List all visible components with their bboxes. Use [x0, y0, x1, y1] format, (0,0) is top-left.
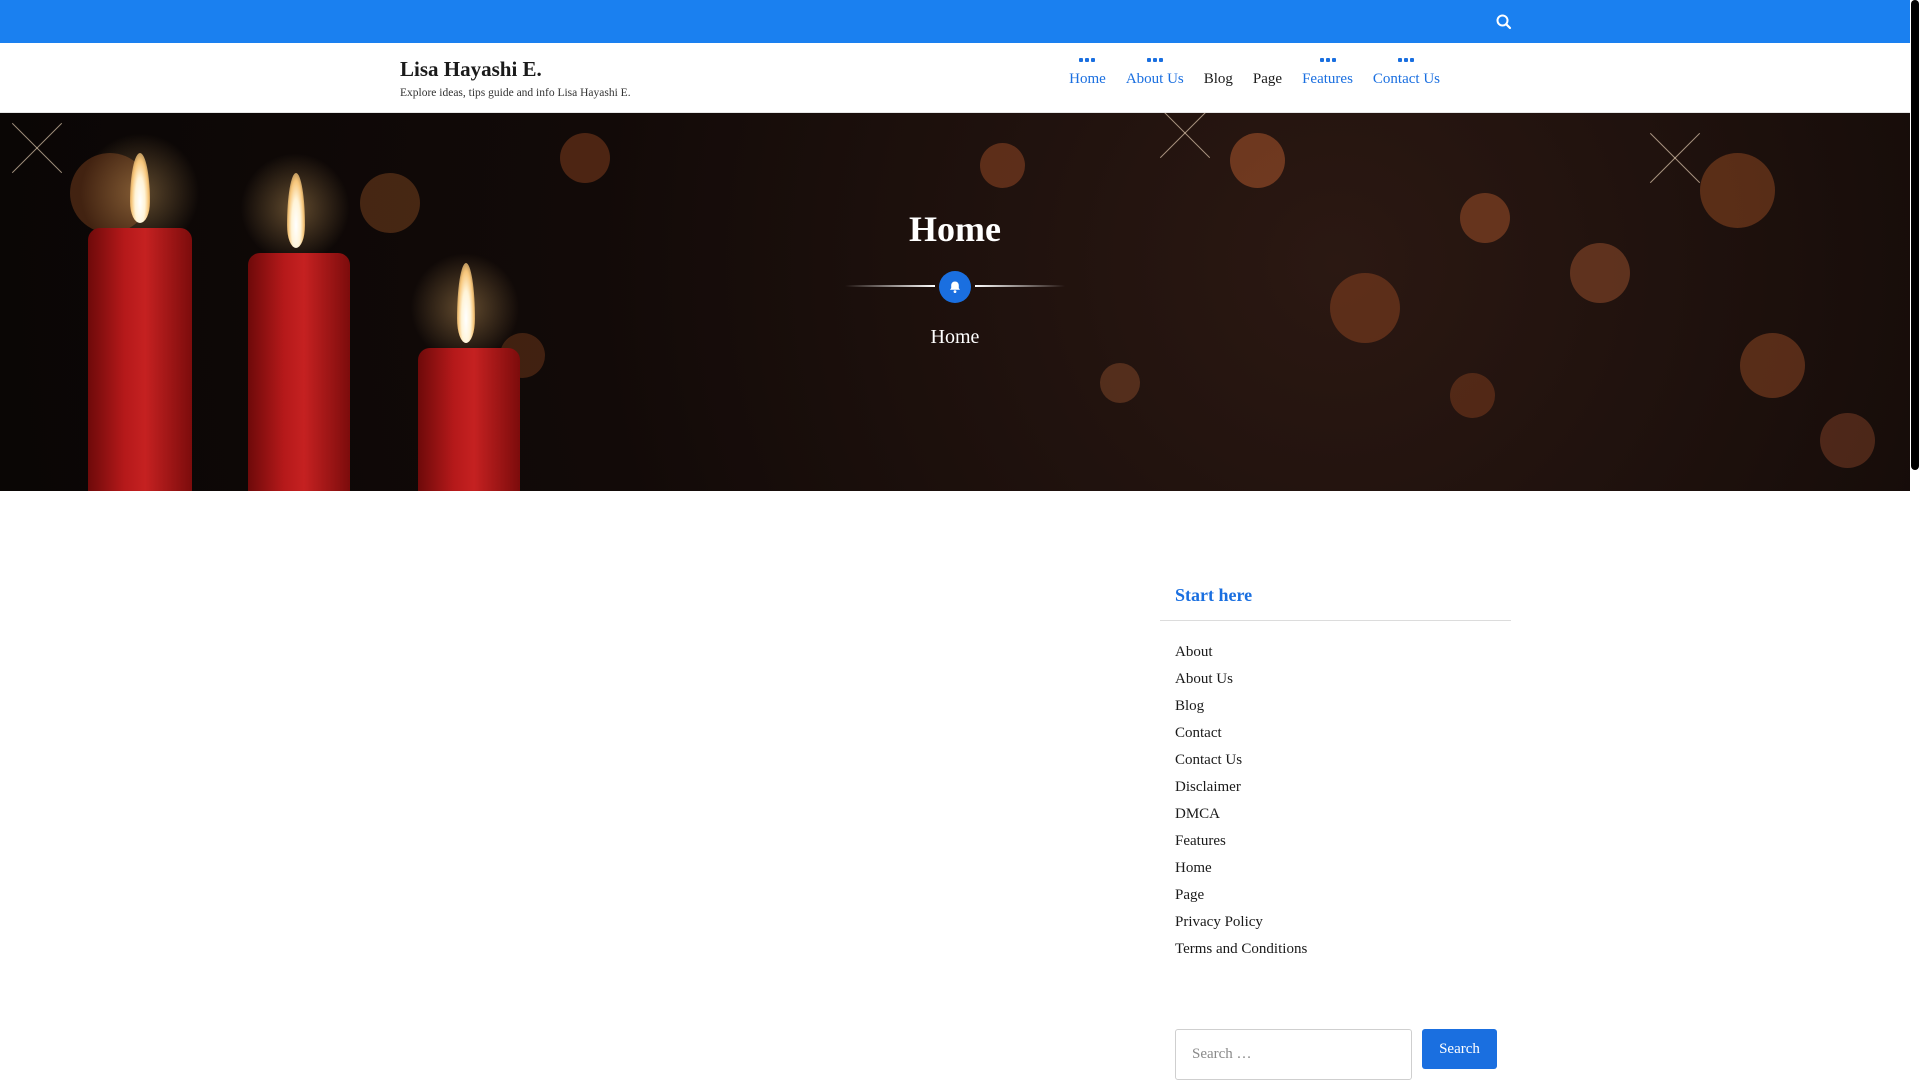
search-button[interactable]: Search — [1422, 1029, 1497, 1069]
nav-item-home[interactable]: Home — [1069, 53, 1106, 88]
submenu-dots-icon — [1079, 53, 1096, 67]
nav-label: Blog — [1203, 71, 1233, 87]
page-link-privacy-policy[interactable]: Privacy Policy — [1175, 909, 1496, 936]
submenu-dots-icon — [1146, 53, 1163, 67]
nav-item-page[interactable]: Page — [1253, 53, 1282, 88]
nav-label: Home — [1069, 71, 1106, 87]
page-link-contact[interactable]: Contact — [1175, 720, 1496, 747]
pages-list: About About Us Blog Contact Contact Us D… — [1160, 621, 1511, 963]
nav-item-features[interactable]: Features — [1302, 53, 1353, 88]
hero-banner: Home Home — [0, 113, 1910, 491]
widget-title: Start here — [1160, 575, 1511, 621]
top-bar — [0, 0, 1910, 43]
search-icon[interactable] — [1494, 12, 1514, 32]
nav-item-contact-us[interactable]: Contact Us — [1373, 53, 1440, 88]
nav-item-about-us[interactable]: About Us — [1126, 53, 1184, 88]
page-title: Home — [909, 209, 1001, 249]
page-link-features[interactable]: Features — [1175, 828, 1496, 855]
search-form: Search — [1175, 1029, 1497, 1080]
site-tagline: Explore ideas, tips guide and info Lisa … — [400, 87, 631, 99]
nav-label: About Us — [1125, 71, 1184, 87]
nav-label: Features — [1302, 71, 1353, 87]
main-nav: Home About Us Blog Page Features Contact… — [1069, 53, 1440, 88]
page-link-home[interactable]: Home — [1175, 855, 1496, 882]
page-link-terms[interactable]: Terms and Conditions — [1175, 936, 1496, 963]
nav-item-blog[interactable]: Blog — [1204, 53, 1233, 88]
site-title[interactable]: Lisa Hayashi E. — [400, 57, 631, 82]
submenu-dots-icon — [1319, 53, 1336, 67]
hero-divider — [845, 271, 1065, 303]
page-link-dmca[interactable]: DMCA — [1175, 801, 1496, 828]
page-link-blog[interactable]: Blog — [1175, 693, 1496, 720]
page-link-about[interactable]: About — [1175, 639, 1496, 666]
search-input[interactable] — [1175, 1029, 1412, 1080]
scrollbar-thumb[interactable] — [1911, 0, 1919, 470]
page-link-about-us[interactable]: About Us — [1175, 666, 1496, 693]
nav-label: Page — [1252, 71, 1283, 87]
nav-label: Contact Us — [1372, 71, 1440, 87]
page-link-disclaimer[interactable]: Disclaimer — [1175, 774, 1496, 801]
site-header: Lisa Hayashi E. Explore ideas, tips guid… — [0, 43, 1910, 113]
page-link-contact-us[interactable]: Contact Us — [1175, 747, 1496, 774]
site-branding: Lisa Hayashi E. Explore ideas, tips guid… — [400, 57, 631, 99]
page-link-page[interactable]: Page — [1175, 882, 1496, 909]
bell-icon — [939, 271, 971, 303]
submenu-dots-icon — [1398, 53, 1415, 67]
sidebar: Start here About About Us Blog Contact C… — [1160, 575, 1511, 1080]
breadcrumb: Home — [930, 326, 980, 348]
